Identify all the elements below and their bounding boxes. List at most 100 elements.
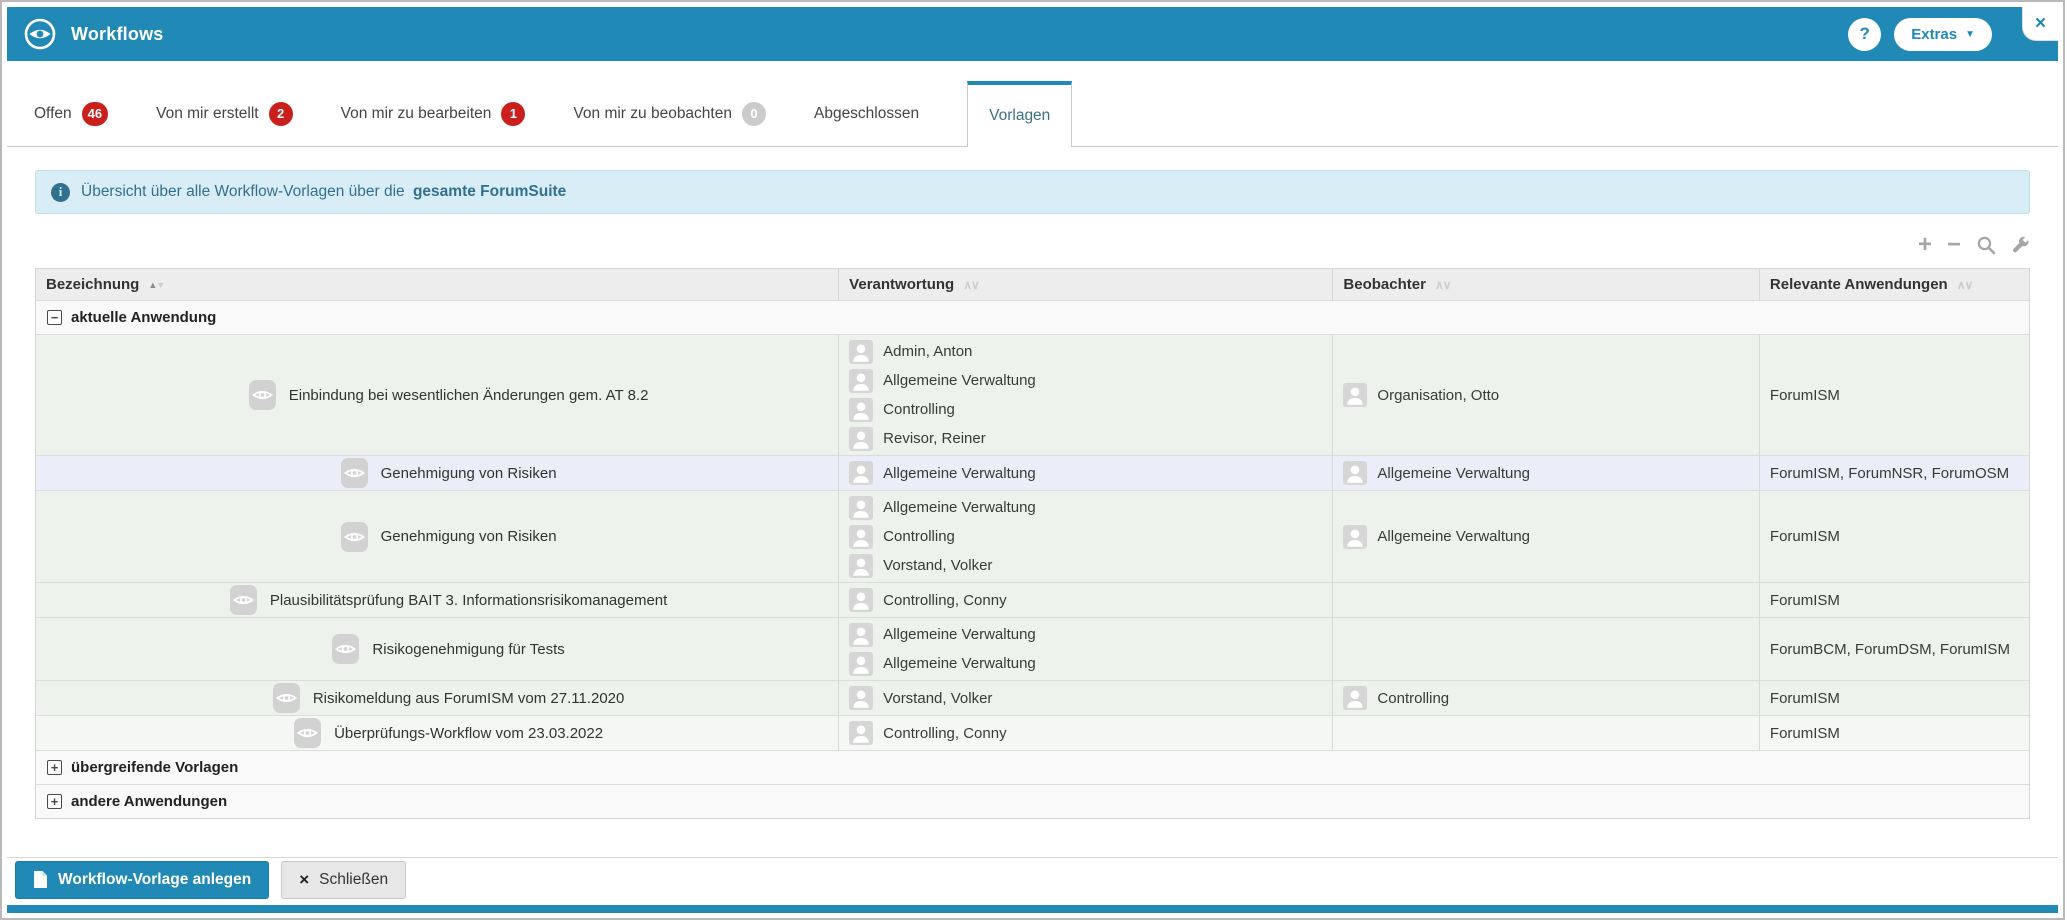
person-icon bbox=[849, 339, 874, 364]
table-row[interactable]: Risikogenehmigung für Tests Allgemeine Ve… bbox=[36, 617, 2029, 680]
person-name: Organisation, Otto bbox=[1377, 386, 1500, 404]
tab-label: Offen bbox=[34, 104, 72, 122]
tab-von-mir-erstellt[interactable]: Von mir erstellt 2 bbox=[156, 101, 293, 126]
person-name: Vorstand, Volker bbox=[883, 689, 993, 707]
column-header-verantwortung[interactable]: Verantwortung ∧ ∨ bbox=[839, 269, 1334, 300]
expand-icon[interactable]: + bbox=[47, 794, 62, 809]
applications-text: ForumBCM, ForumDSM, ForumISM bbox=[1769, 640, 2010, 658]
group-row-übergreifende-vorlagen[interactable]: + übergreifende Vorlagen bbox=[36, 750, 2029, 784]
cell-relevante-anwendungen: ForumISM bbox=[1760, 716, 2029, 750]
tab-label: Vorlagen bbox=[989, 107, 1051, 124]
applications-text: ForumISM bbox=[1769, 724, 1840, 742]
info-icon: i bbox=[51, 182, 70, 202]
tab-abgeschlossen[interactable]: Abgeschlossen bbox=[814, 105, 919, 123]
cell-beobachter: Controlling bbox=[1333, 681, 1760, 715]
close-view-button[interactable]: × Schließen bbox=[281, 860, 407, 899]
group-label: aktuelle Anwendung bbox=[71, 309, 217, 326]
person-icon bbox=[849, 368, 874, 393]
table-row[interactable]: Risikomeldung aus ForumISM vom 27.11.202… bbox=[36, 680, 2029, 715]
help-label: ? bbox=[1859, 24, 1870, 43]
cell-beobachter bbox=[1333, 716, 1760, 750]
table-row[interactable]: Überprüfungs-Workflow vom 23.03.2022 Cont… bbox=[36, 715, 2029, 750]
sort-icon: ∧ ∨ bbox=[1434, 277, 1452, 292]
info-text-bold: gesamte ForumSuite bbox=[412, 183, 567, 200]
person-icon bbox=[849, 651, 874, 676]
person-icon bbox=[849, 686, 874, 710]
workflow-template-eye-icon bbox=[340, 458, 368, 488]
workflow-name: Einbindung bei wesentlichen Änderungen g… bbox=[288, 386, 649, 404]
person-name: Controlling bbox=[1377, 689, 1450, 707]
tab-von-mir-zu-beobachten[interactable]: Von mir zu beobachten 0 bbox=[573, 101, 766, 126]
cell-relevante-anwendungen: ForumISM, ForumNSR, ForumOSM bbox=[1760, 456, 2029, 490]
window-frame: Workflows ? Extras ▼ × Offen 46 Von mir er… bbox=[0, 0, 2065, 920]
cell-beobachter bbox=[1333, 618, 1760, 680]
person-name: Allgemeine Verwaltung bbox=[1377, 528, 1531, 545]
cell-relevante-anwendungen: ForumISM bbox=[1760, 681, 2029, 715]
person-entry: Allgemeine Verwaltung bbox=[1343, 522, 1749, 551]
group-row-andere-anwendungen[interactable]: + andere Anwendungen bbox=[36, 784, 2029, 818]
person-name: Allgemeine Verwaltung bbox=[883, 655, 1036, 672]
column-header-label: Beobachter bbox=[1343, 276, 1426, 293]
chevron-down-icon: ▼ bbox=[1965, 28, 1975, 40]
column-header-relevante-anwendungen[interactable]: Relevante Anwendungen ∧ ∨ bbox=[1760, 269, 2029, 300]
group-row-aktuelle-anwendung[interactable]: − aktuelle Anwendung bbox=[36, 300, 2029, 334]
person-name: Admin, Anton bbox=[883, 343, 973, 360]
wrench-icon[interactable] bbox=[2011, 236, 2030, 255]
window-bottom-edge bbox=[7, 905, 2058, 913]
minus-icon[interactable]: − bbox=[1947, 233, 1961, 257]
column-header-bezeichnung[interactable]: Bezeichnung ▲ ▼ bbox=[36, 269, 840, 300]
person-icon bbox=[849, 461, 874, 485]
person-name: Allgemeine Verwaltung bbox=[883, 499, 1036, 516]
workflow-name: Risikomeldung aus ForumISM vom 27.11.202… bbox=[312, 689, 625, 707]
cell-bezeichnung: Risikomeldung aus ForumISM vom 27.11.202… bbox=[36, 681, 840, 715]
column-header-beobachter[interactable]: Beobachter ∧ ∨ bbox=[1333, 269, 1760, 300]
cell-relevante-anwendungen: ForumBCM, ForumDSM, ForumISM bbox=[1760, 618, 2029, 680]
person-entry: Allgemeine Verwaltung bbox=[1343, 459, 1749, 488]
cell-verantwortung: Controlling, Conny bbox=[839, 583, 1334, 617]
tab-offen[interactable]: Offen 46 bbox=[34, 101, 109, 126]
cell-relevante-anwendungen: ForumISM bbox=[1760, 491, 2029, 582]
table-row[interactable]: Genehmigung von Risiken Allgemeine Verwal… bbox=[36, 490, 2029, 582]
person-icon bbox=[849, 622, 874, 647]
person-name: Controlling, Conny bbox=[883, 724, 1007, 742]
person-entry: Allgemeine Verwaltung bbox=[849, 493, 1322, 522]
group-label: andere Anwendungen bbox=[71, 793, 228, 810]
document-icon bbox=[33, 870, 48, 889]
person-entry: Allgemeine Verwaltung bbox=[849, 649, 1322, 678]
help-button[interactable]: ? bbox=[1848, 17, 1882, 51]
plus-icon[interactable]: + bbox=[1918, 233, 1932, 257]
cell-beobachter bbox=[1333, 583, 1760, 617]
close-button[interactable]: × bbox=[2022, 7, 2058, 41]
close-view-label: Schließen bbox=[319, 870, 389, 888]
table-toolbar: + − bbox=[35, 230, 2030, 260]
create-template-button[interactable]: Workflow-Vorlage anlegen bbox=[15, 860, 270, 899]
search-icon[interactable] bbox=[1976, 235, 1996, 255]
person-entry: Allgemeine Verwaltung bbox=[849, 366, 1322, 395]
group-label: übergreifende Vorlagen bbox=[71, 759, 239, 776]
workflow-template-eye-icon bbox=[272, 683, 300, 713]
workflow-template-eye-icon bbox=[332, 634, 360, 664]
sort-icon: ▲ ▼ bbox=[148, 279, 165, 290]
tab-vorlagen[interactable]: Vorlagen bbox=[967, 81, 1073, 147]
person-entry: Controlling, Conny bbox=[849, 719, 1322, 748]
tab-label: Abgeschlossen bbox=[813, 104, 920, 122]
table-row[interactable]: Genehmigung von Risiken Allgemeine Verwal… bbox=[36, 455, 2029, 490]
person-entry: Controlling bbox=[1343, 684, 1749, 713]
tab-count-badge: 2 bbox=[268, 101, 293, 126]
person-name: Controlling bbox=[883, 528, 955, 545]
person-entry: Allgemeine Verwaltung bbox=[849, 620, 1322, 649]
table-row[interactable]: Plausibilitätsprüfung BAIT 3. Informatio… bbox=[36, 582, 2029, 617]
extras-button[interactable]: Extras ▼ bbox=[1894, 17, 1992, 51]
person-name: Allgemeine Verwaltung bbox=[883, 464, 1036, 482]
person-icon bbox=[849, 426, 874, 451]
cell-verantwortung: Allgemeine Verwaltung bbox=[839, 456, 1334, 490]
collapse-icon[interactable]: − bbox=[47, 310, 62, 325]
table-header-row: Bezeichnung ▲ ▼ Verantwortung ∧ ∨ Beobachter ∧ ∨… bbox=[36, 269, 2029, 300]
tab-von-mir-zu-bearbeiten[interactable]: Von mir zu bearbeiten 1 bbox=[341, 101, 526, 126]
person-icon bbox=[1343, 383, 1368, 407]
person-icon bbox=[1343, 686, 1368, 710]
column-header-label: Relevante Anwendungen bbox=[1769, 276, 1948, 293]
tab-label: Von mir zu beobachten bbox=[573, 104, 732, 122]
expand-icon[interactable]: + bbox=[47, 760, 62, 775]
table-row[interactable]: Einbindung bei wesentlichen Änderungen g… bbox=[36, 334, 2029, 455]
